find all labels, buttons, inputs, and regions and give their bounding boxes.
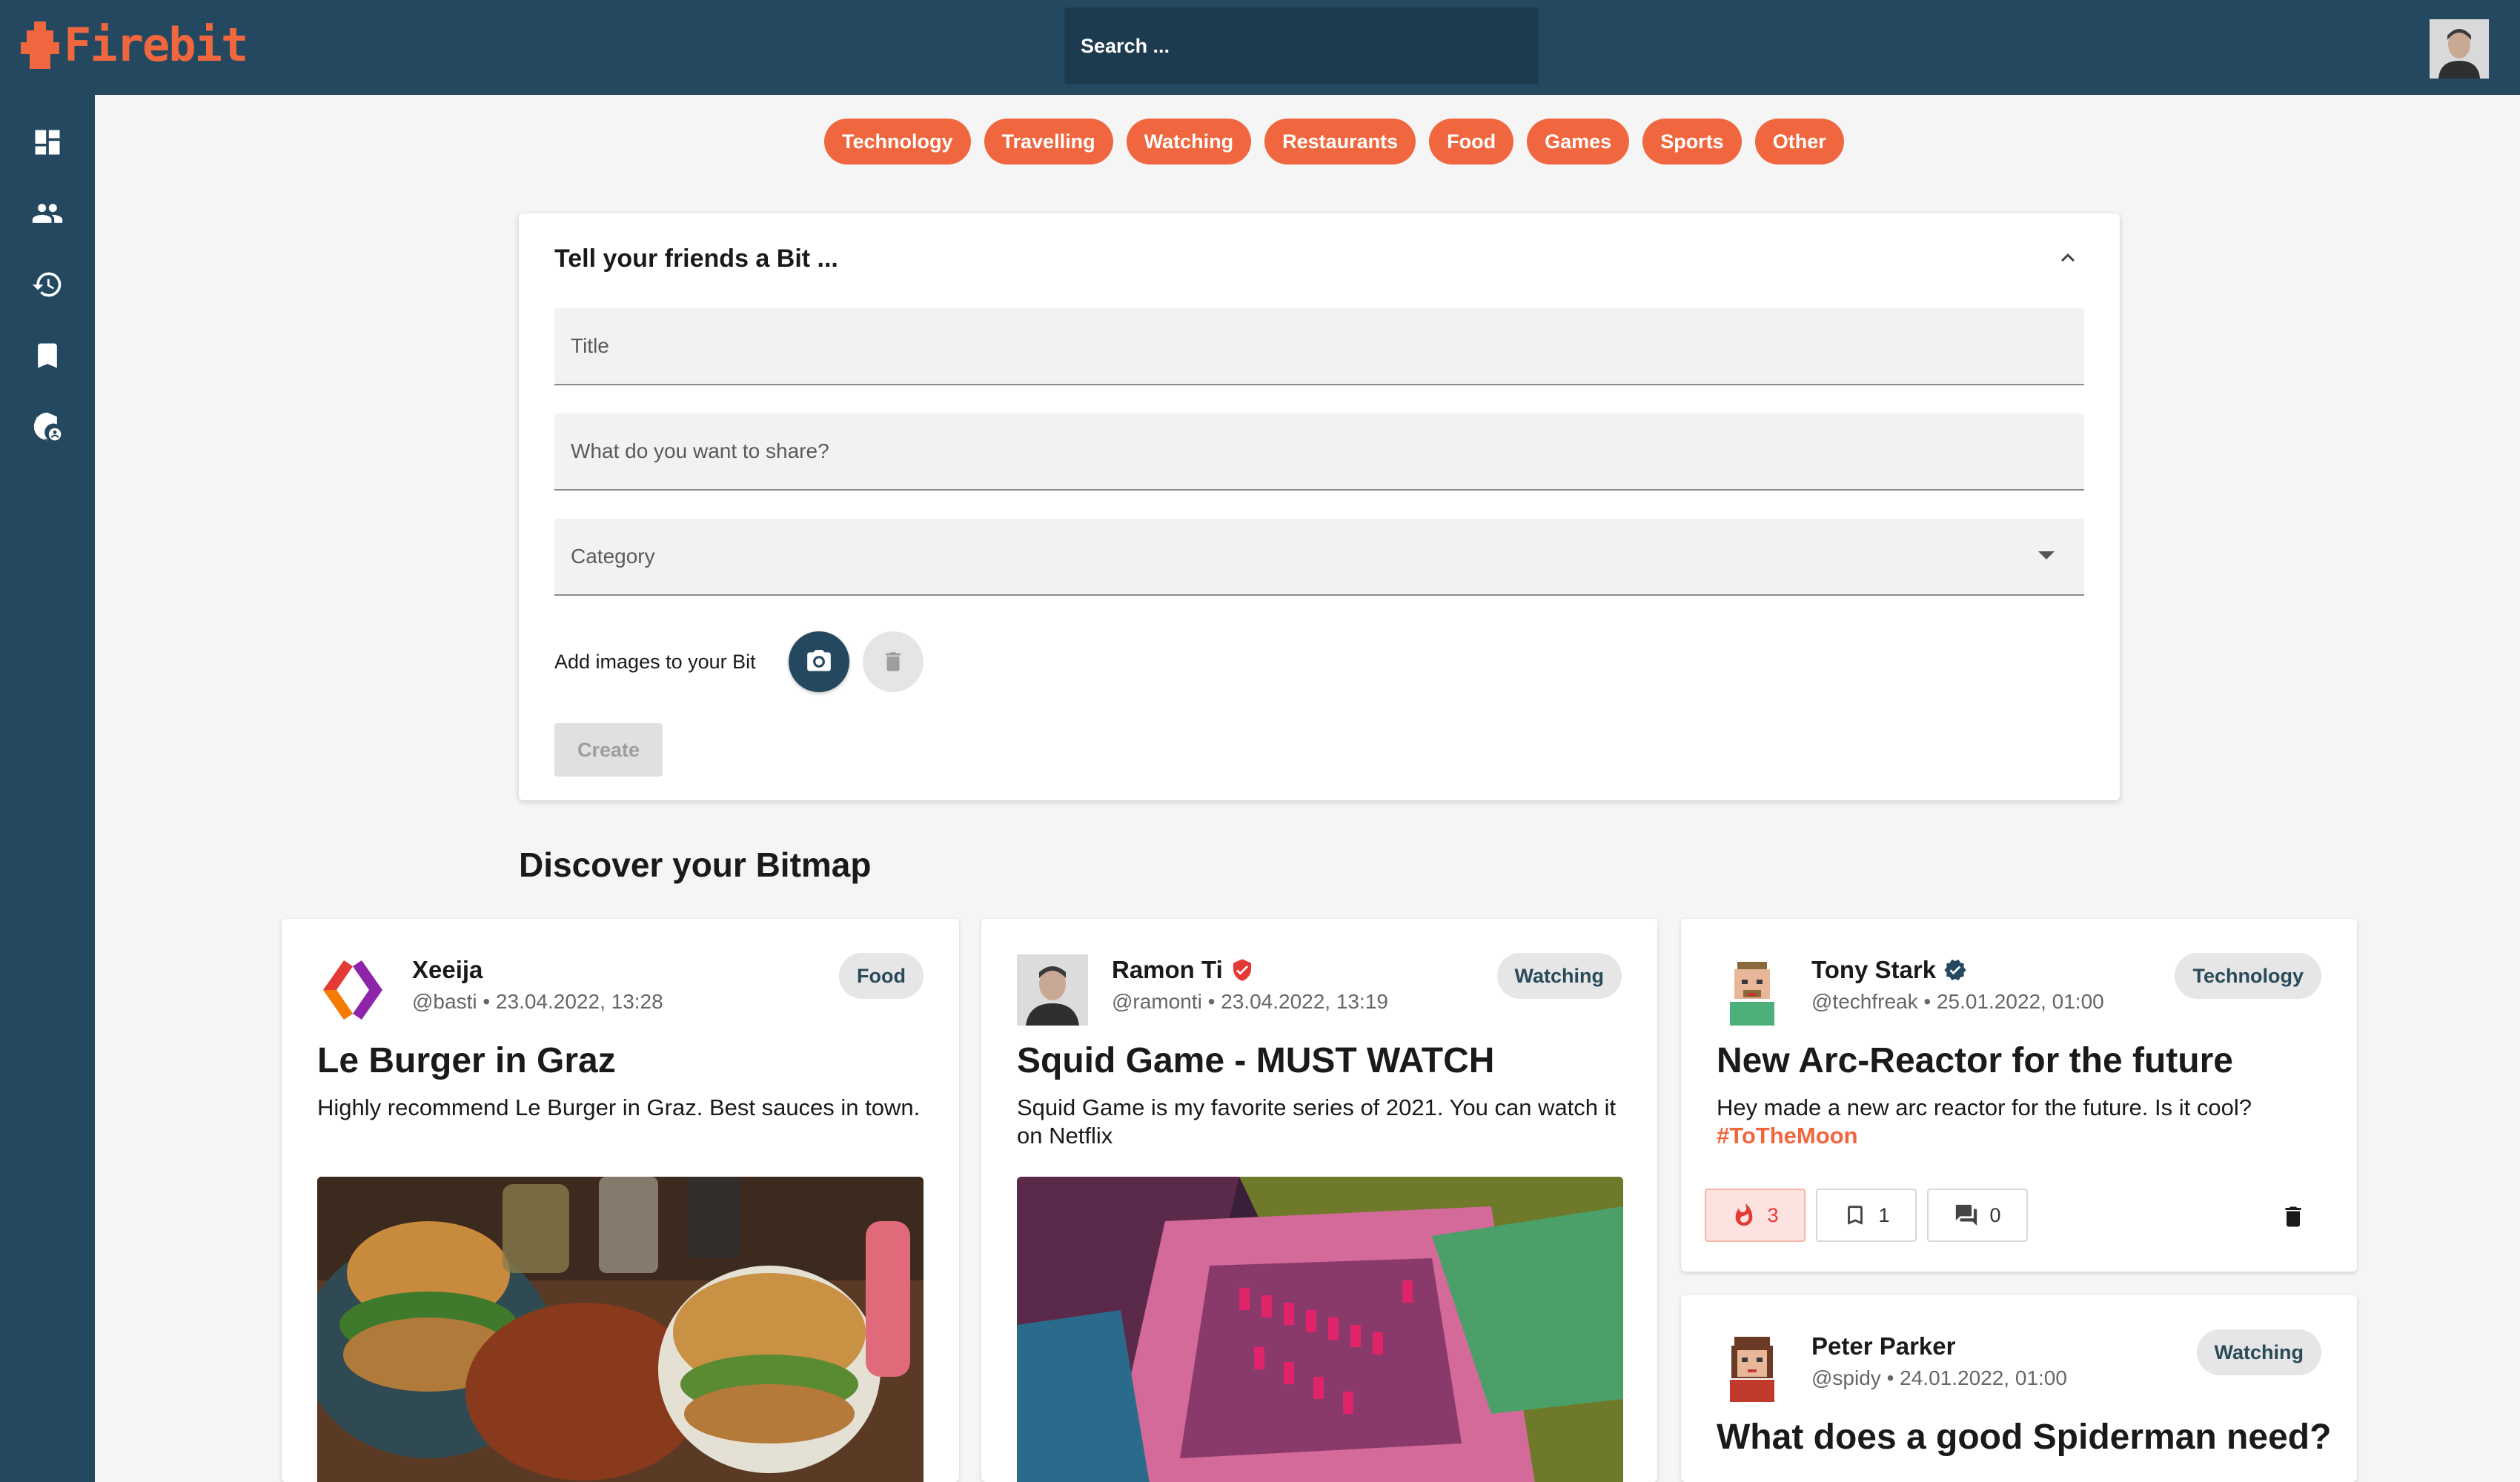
comment-icon <box>1956 1204 1977 1226</box>
post-body: Squid Game is my favorite series of 2021… <box>1017 1094 1617 1149</box>
add-images-label: Add images to your Bit <box>554 651 756 673</box>
post-body: Hey made a new arc reactor for the futur… <box>1717 1094 2324 1150</box>
top-app-bar: Firebit Search ... <box>0 0 2520 95</box>
chip-travelling[interactable]: Travelling <box>984 119 1113 165</box>
author-name[interactable]: Xeeija <box>412 956 483 984</box>
fire-count: 3 <box>1767 1203 1779 1226</box>
post-title: New Arc-Reactor for the future <box>1717 1041 2233 1080</box>
chip-watching[interactable]: Watching <box>1126 119 1252 165</box>
bookmark-icon[interactable] <box>31 339 64 372</box>
category-select[interactable]: Category <box>554 519 2084 596</box>
post-meta: @basti • 23.04.2022, 13:28 <box>412 990 663 1013</box>
user-avatar[interactable] <box>2430 19 2489 79</box>
add-image-button[interactable] <box>789 631 849 692</box>
category-badge[interactable]: Watching <box>2196 1329 2321 1375</box>
category-badge[interactable]: Technology <box>2175 953 2321 999</box>
chip-restaurants[interactable]: Restaurants <box>1264 119 1416 165</box>
create-button[interactable]: Create <box>554 723 663 777</box>
content-field[interactable]: What do you want to share? <box>554 413 2084 491</box>
fire-reaction-button[interactable]: 3 <box>1705 1189 1806 1242</box>
post-body: Highly recommend Le Burger in Graz. Best… <box>317 1094 921 1120</box>
author-name[interactable]: Peter Parker <box>1811 1332 1955 1360</box>
author-name[interactable]: Ramon Ti <box>1112 956 1254 984</box>
app-logo[interactable]: Firebit <box>21 18 248 72</box>
comment-count: 0 <box>1989 1203 2001 1226</box>
author-avatar[interactable] <box>1017 954 1088 1026</box>
category-filter-bar: Technology Travelling Watching Restauran… <box>824 119 1844 165</box>
post-title: What does a good Spiderman need? <box>1717 1418 2332 1457</box>
bookmark-outline-icon <box>1848 1206 1863 1225</box>
feed-title: Discover your Bitmap <box>519 845 872 884</box>
bookmark-count: 1 <box>1878 1203 1890 1226</box>
post-image[interactable] <box>1017 1177 1623 1482</box>
chip-sports[interactable]: Sports <box>1642 119 1742 165</box>
create-bit-heading: Tell your friends a Bit ... <box>554 245 838 273</box>
post-card[interactable]: Peter Parker @spidy • 24.01.2022, 01:00 … <box>1681 1295 2357 1482</box>
chip-food[interactable]: Food <box>1429 119 1514 165</box>
category-badge[interactable]: Watching <box>1496 953 1622 999</box>
author-name[interactable]: Tony Stark <box>1811 956 1967 984</box>
verified-badge-icon <box>1944 960 1966 980</box>
category-select-label: Category <box>571 545 655 568</box>
post-card[interactable]: Xeeija @basti • 23.04.2022, 13:28 Food L… <box>282 919 959 1482</box>
chip-technology[interactable]: Technology <box>824 119 971 165</box>
camera-icon <box>807 650 831 671</box>
history-icon[interactable] <box>31 268 64 301</box>
comment-button[interactable]: 0 <box>1927 1189 2028 1242</box>
chip-other[interactable]: Other <box>1754 119 1844 165</box>
post-meta: @spidy • 24.01.2022, 01:00 <box>1811 1366 2067 1389</box>
bookmark-button[interactable]: 1 <box>1816 1189 1917 1242</box>
author-avatar[interactable] <box>317 954 388 1026</box>
app-name: Firebit <box>64 18 248 72</box>
chip-games[interactable]: Games <box>1527 119 1630 165</box>
verified-shield-icon <box>1233 959 1251 981</box>
chevron-up-icon[interactable] <box>2055 245 2081 271</box>
dropdown-arrow-icon <box>2038 551 2055 559</box>
post-title: Squid Game - MUST WATCH <box>1017 1041 1495 1080</box>
post-card[interactable]: Tony Stark @techfreak • 25.01.2022, 01:0… <box>1681 919 2357 1272</box>
people-icon[interactable] <box>31 197 64 230</box>
delete-icon[interactable] <box>2280 1202 2307 1232</box>
dashboard-icon[interactable] <box>31 126 64 159</box>
firebit-logo-icon <box>21 21 59 69</box>
author-avatar[interactable] <box>1717 954 1788 1026</box>
post-image[interactable] <box>317 1177 924 1482</box>
post-meta: @techfreak • 25.01.2022, 01:00 <box>1811 990 2104 1013</box>
post-card[interactable]: Ramon Ti @ramonti • 23.04.2022, 13:19 Wa… <box>981 919 1657 1482</box>
category-badge[interactable]: Food <box>839 953 924 999</box>
fire-icon <box>1736 1203 1753 1226</box>
remove-images-button[interactable] <box>863 631 924 692</box>
title-field[interactable]: Title <box>554 308 2084 385</box>
trash-icon <box>886 652 901 671</box>
post-body-text: Hey made a new arc reactor for the futur… <box>1717 1094 2252 1120</box>
post-title: Le Burger in Graz <box>317 1041 616 1080</box>
admin-shield-icon[interactable] <box>31 411 64 443</box>
create-bit-card: Tell your friends a Bit ... Title What d… <box>519 213 2120 800</box>
hashtag-link[interactable]: #ToTheMoon <box>1717 1122 2324 1150</box>
search-input[interactable]: Search ... <box>1064 7 1539 84</box>
side-navigation <box>0 95 95 1482</box>
post-meta: @ramonti • 23.04.2022, 13:19 <box>1112 990 1388 1013</box>
author-avatar[interactable] <box>1717 1331 1788 1402</box>
